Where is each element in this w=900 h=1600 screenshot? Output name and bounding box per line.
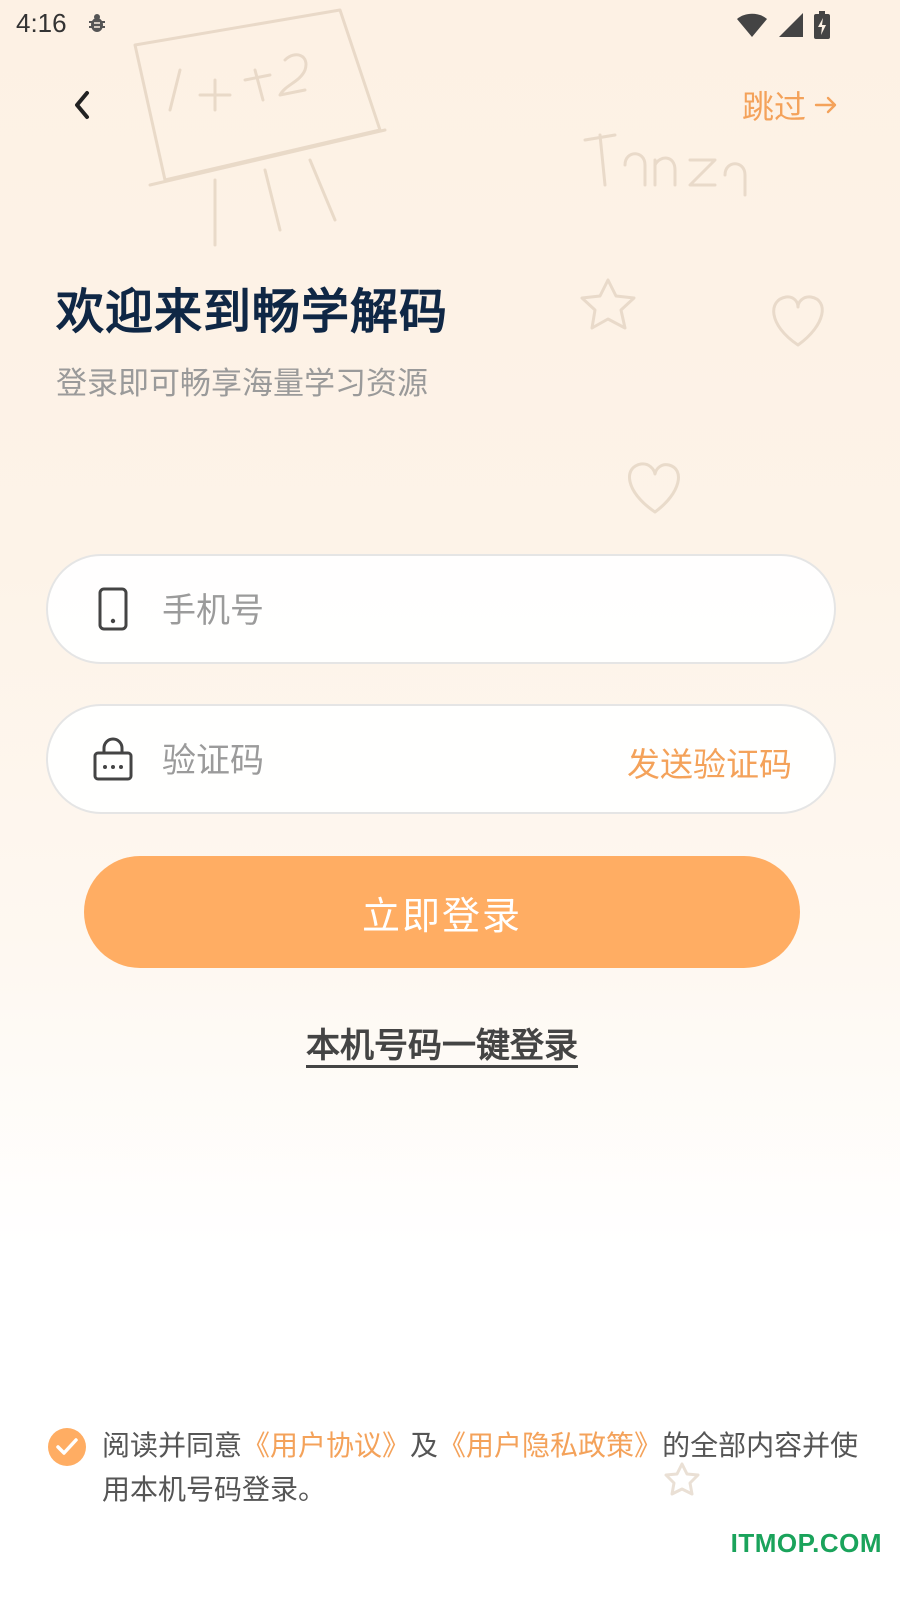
skip-button[interactable]: 跳过 <box>742 82 838 128</box>
status-icons <box>736 10 830 40</box>
bug-icon <box>89 14 105 32</box>
checkmark-icon <box>56 1438 78 1455</box>
one-click-login-label: 本机号码一键登录 <box>306 1026 578 1066</box>
user-agreement-link[interactable]: 《用户协议》 <box>242 1429 410 1462</box>
agreement-conj: 及 <box>410 1429 439 1462</box>
wifi-icon <box>737 13 767 37</box>
verification-code-field[interactable]: 发送验证码 <box>46 704 836 814</box>
agreement-checkbox[interactable] <box>48 1428 86 1466</box>
agreement-text: 阅读并同意《用户协议》及《用户隐私政策》的全部内容并使用本机号码登录。 <box>102 1424 862 1512</box>
verification-code-input[interactable] <box>160 732 584 790</box>
back-button[interactable] <box>56 80 106 130</box>
battery-charging-icon <box>814 11 830 39</box>
one-click-login-link[interactable]: 本机号码一键登录 <box>0 1018 884 1067</box>
arrow-right-icon <box>814 96 837 114</box>
privacy-policy-link[interactable]: 《用户隐私政策》 <box>438 1429 662 1462</box>
page-title: 欢迎来到畅学解码 <box>56 284 449 340</box>
signal-icon <box>779 13 803 37</box>
phone-field[interactable] <box>46 554 836 664</box>
lock-icon <box>93 737 133 781</box>
phone-icon <box>98 587 128 631</box>
login-button[interactable]: 立即登录 <box>84 856 800 968</box>
status-time: 4:16 <box>16 8 67 38</box>
watermark-text: ITMOP.COM <box>730 1528 882 1558</box>
chevron-left-icon <box>75 91 89 119</box>
agreement-prefix: 阅读并同意 <box>102 1429 243 1462</box>
skip-label: 跳过 <box>741 88 806 126</box>
page-subtitle: 登录即可畅享海量学习资源 <box>56 366 428 402</box>
phone-input[interactable] <box>160 582 604 640</box>
send-code-button[interactable]: 发送验证码 <box>627 738 792 786</box>
